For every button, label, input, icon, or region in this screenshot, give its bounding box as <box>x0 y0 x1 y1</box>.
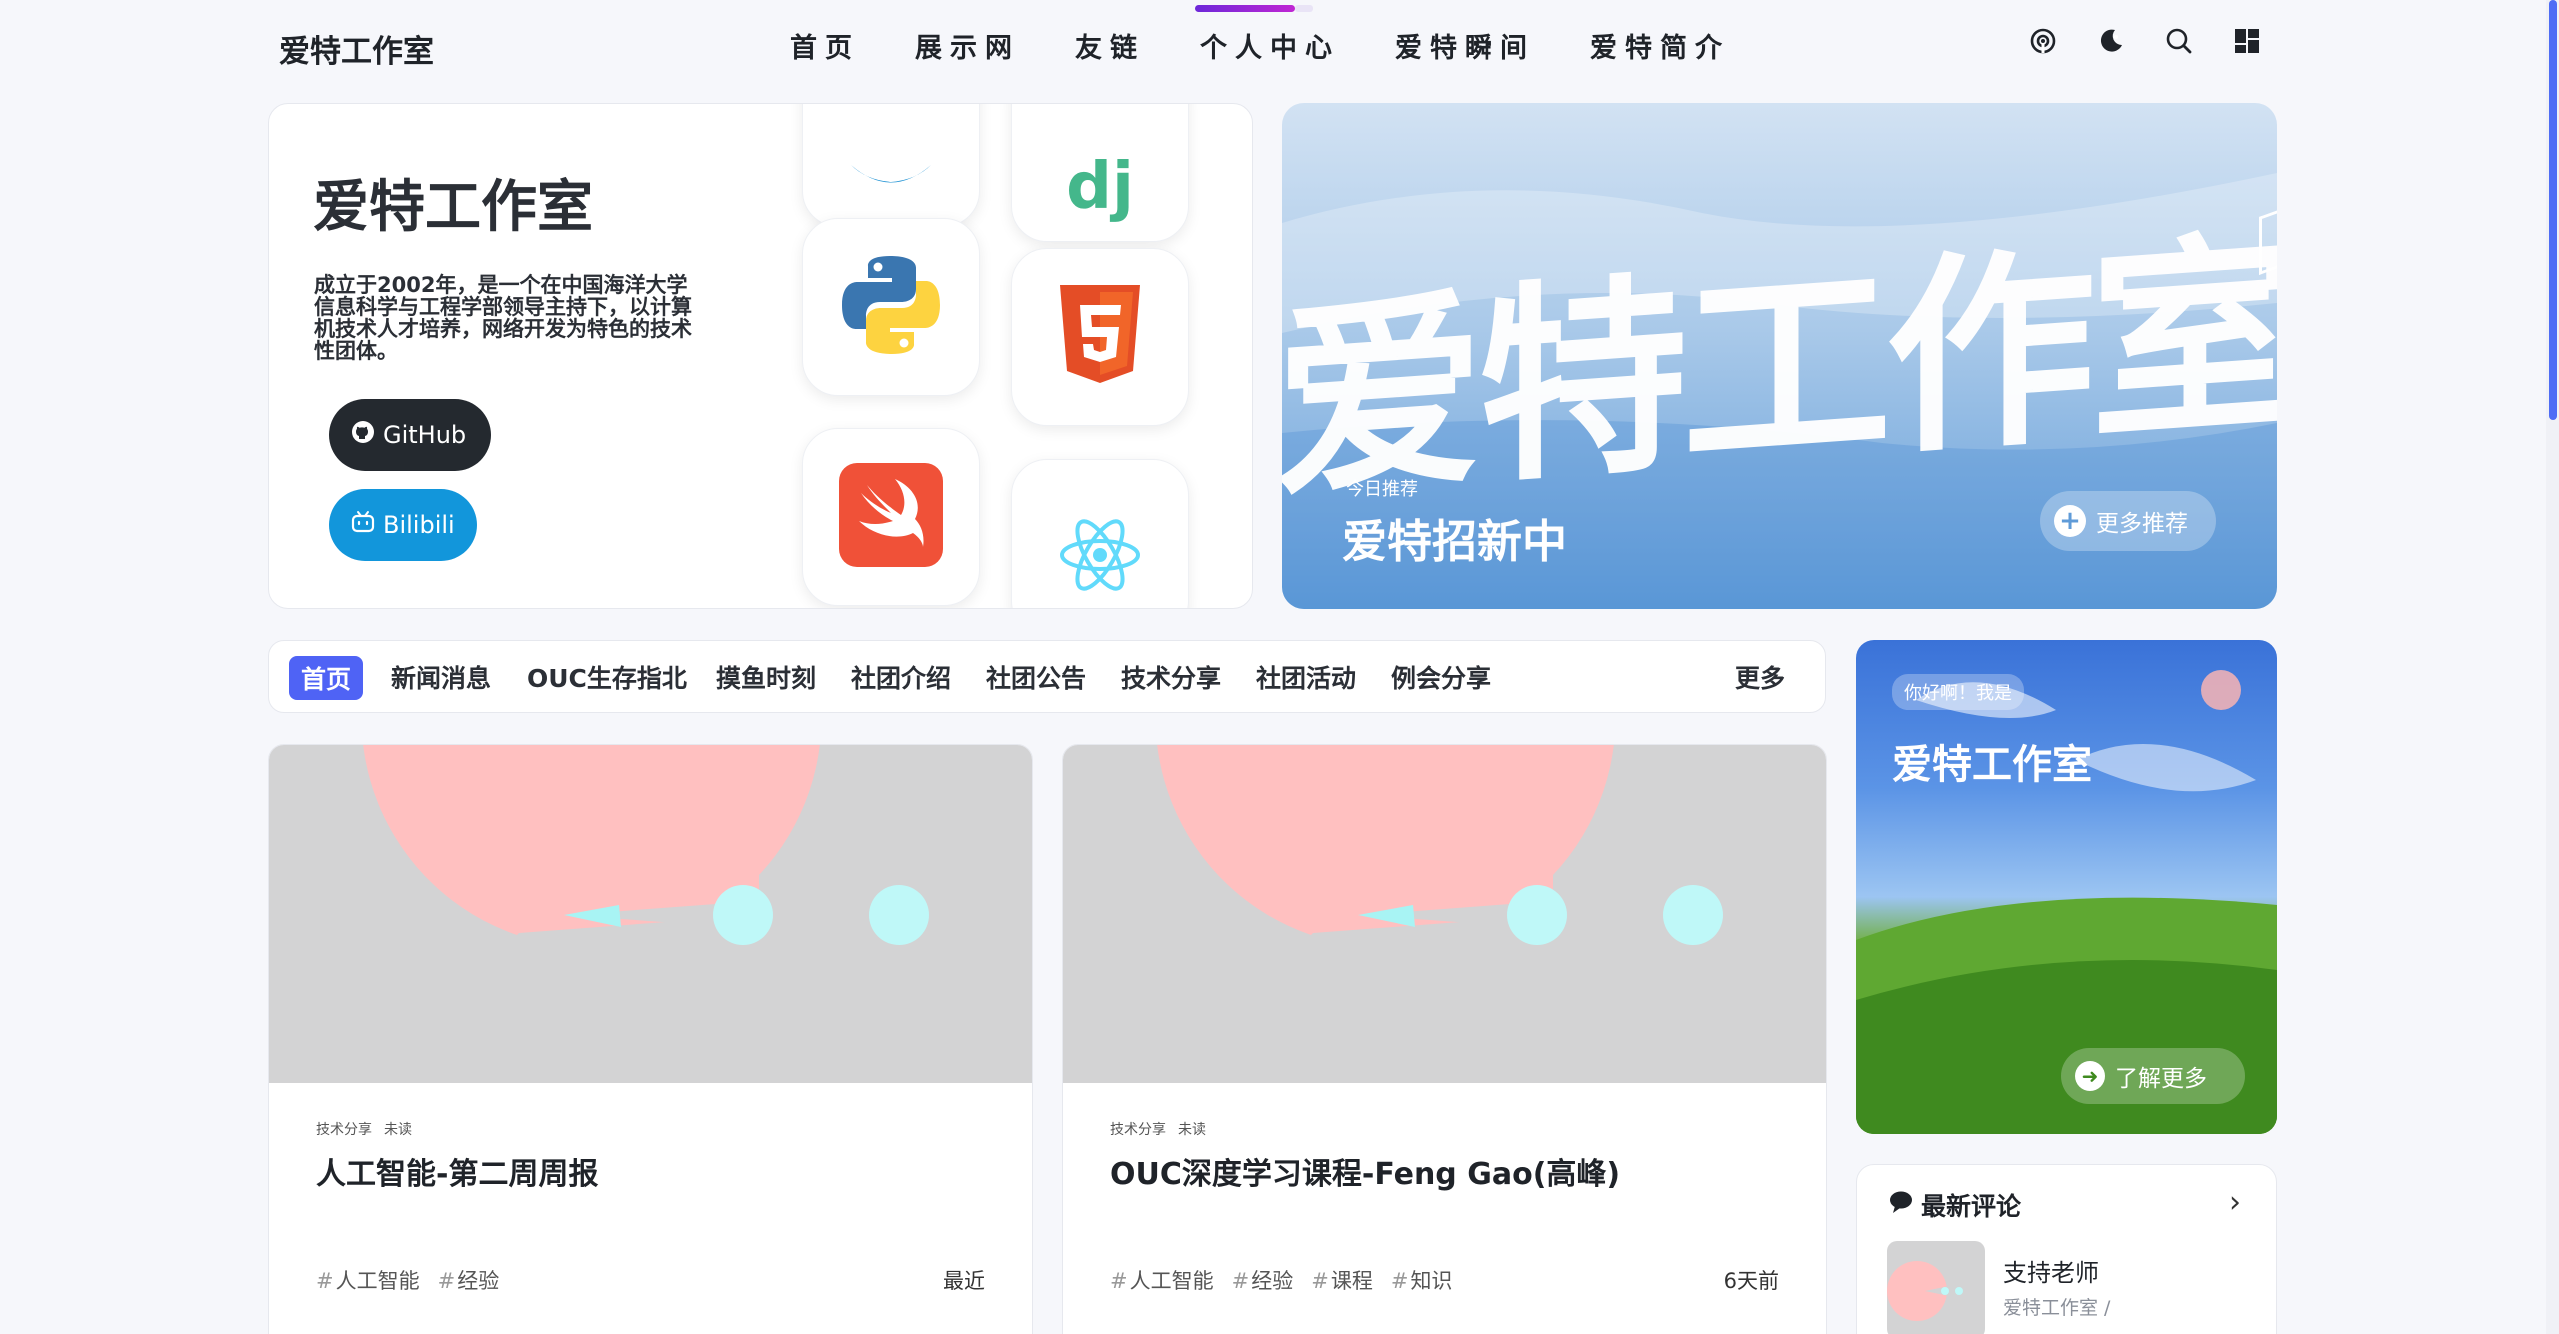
comment-author[interactable]: 支持老师 <box>2003 1253 2099 1288</box>
github-button[interactable]: GitHub <box>329 399 491 471</box>
tab-meeting-share[interactable]: 例会分享 <box>1391 659 1491 695</box>
tab-more[interactable]: 更多 <box>1735 659 1785 695</box>
tab-home[interactable]: 首页 <box>289 656 364 700</box>
top-header: 爱特工作室 首页 展示网 友链 个人中心 爱特瞬间 爱特简介 <box>0 0 2540 90</box>
featured-banner[interactable]: 爱特工作室 今日推荐 爱特招新中 + 更多推荐 <box>1282 103 2277 609</box>
grid-icon[interactable] <box>2232 26 2262 56</box>
intro-title: 爱特工作室 <box>313 175 593 240</box>
nav-about[interactable]: 爱特简介 <box>1590 26 1730 65</box>
swift-tile <box>802 428 980 606</box>
latest-comments-card: 最新评论 › 支持老师 爱特工作室 / <box>1856 1164 2277 1334</box>
bilibili-button[interactable]: Bilibili <box>329 489 477 561</box>
category-tabs: 首页 新闻消息 OUC生存指北 摸鱼时刻 社团介绍 社团公告 技术分享 社团活动… <box>268 640 1826 713</box>
swift-icon <box>839 463 943 571</box>
tab-ouc-guide[interactable]: OUC生存指北 <box>527 659 687 695</box>
main-nav: 首页 展示网 友链 个人中心 爱特瞬间 爱特简介 <box>790 5 1785 65</box>
docker-tile <box>802 104 980 227</box>
welcome-title: 爱特工作室 <box>1892 742 2092 788</box>
welcome-greeting: 你好啊！我是 <box>1892 674 2024 710</box>
post-cover-image[interactable] <box>1063 745 1826 1083</box>
post-category[interactable]: 技术分享 <box>1110 1119 1166 1139</box>
nav-profile[interactable]: 个人中心 <box>1195 5 1340 65</box>
post-read-status: 未读 <box>1178 1122 1206 1138</box>
learn-more-label: 了解更多 <box>2115 1066 2207 1092</box>
python-tile <box>802 218 980 396</box>
html5-tile <box>1011 248 1189 426</box>
post-cover-image[interactable] <box>269 745 1032 1083</box>
page-scrollbar-thumb[interactable] <box>2549 0 2557 420</box>
plus-icon: + <box>2054 505 2086 537</box>
django-tile: dj <box>1011 104 1189 242</box>
comment-source: 爱特工作室 / <box>2003 1297 2111 1319</box>
pacman-placeholder-image <box>1157 745 1723 945</box>
header-actions <box>2028 26 2262 56</box>
post-tag[interactable]: 经验 <box>438 1265 499 1295</box>
banner-title[interactable]: 爱特招新中 <box>1342 505 1567 570</box>
pacman-placeholder-image <box>363 745 929 945</box>
python-icon <box>836 250 946 364</box>
intro-card: 爱特工作室 成立于2002年，是一个在中国海洋大学信息科学与工程学部领导主持下，… <box>268 103 1253 609</box>
intro-description: 成立于2002年，是一个在中国海洋大学信息科学与工程学部领导主持下，以计算机技术… <box>314 273 692 363</box>
banner-subtitle: 今日推荐 <box>1346 479 1418 500</box>
site-brand[interactable]: 爱特工作室 <box>279 26 434 71</box>
bilibili-button-label: Bilibili <box>383 511 455 539</box>
post-title[interactable]: OUC深度学习课程-Feng Gao(高峰) <box>1110 1149 1620 1193</box>
pacman-placeholder-image <box>1887 1261 1963 1321</box>
rss-icon[interactable] <box>2028 26 2058 56</box>
tab-club-intro[interactable]: 社团介绍 <box>851 659 951 695</box>
post-tag[interactable]: 人工智能 <box>316 1265 420 1295</box>
post-tags: 人工智能 经验 <box>316 1265 500 1295</box>
tab-leisure[interactable]: 摸鱼时刻 <box>716 659 816 695</box>
post-title[interactable]: 人工智能-第二周周报 <box>316 1149 598 1193</box>
django-icon: dj <box>1066 150 1134 224</box>
post-time: 最近 <box>943 1269 985 1293</box>
tab-tech-share[interactable]: 技术分享 <box>1121 659 1221 695</box>
more-recommend-label: 更多推荐 <box>2096 511 2188 537</box>
html5-icon <box>1055 283 1145 391</box>
tab-announcements[interactable]: 社团公告 <box>986 659 1086 695</box>
avatar[interactable] <box>2201 670 2241 710</box>
tab-activities[interactable]: 社团活动 <box>1256 659 1356 695</box>
react-tile <box>1011 459 1189 608</box>
post-tag[interactable]: 知识 <box>1391 1265 1452 1295</box>
search-icon[interactable] <box>2164 26 2194 56</box>
post-read-status: 未读 <box>384 1122 412 1138</box>
chevron-right-icon[interactable]: › <box>2229 1185 2241 1220</box>
docker-icon <box>846 160 936 204</box>
post-card[interactable]: 技术分享 未读 人工智能-第二周周报 人工智能 经验 最近 <box>268 744 1033 1334</box>
tab-news[interactable]: 新闻消息 <box>391 659 491 695</box>
bilibili-icon <box>351 510 375 540</box>
latest-comments-title: 最新评论 <box>1921 1192 2022 1221</box>
latest-comments-header: 最新评论 <box>1889 1187 2021 1223</box>
nav-moments[interactable]: 爱特瞬间 <box>1395 26 1535 65</box>
comment-thumbnail[interactable] <box>1887 1241 1985 1334</box>
post-tag[interactable]: 人工智能 <box>1110 1265 1214 1295</box>
banner-frame-decoration <box>2259 208 2277 276</box>
github-button-label: GitHub <box>383 421 467 449</box>
nav-links[interactable]: 友链 <box>1075 26 1145 65</box>
comment-bubble-icon <box>1889 1190 1913 1220</box>
post-tag[interactable]: 课程 <box>1311 1265 1373 1295</box>
react-icon <box>1056 515 1144 599</box>
post-meta: 技术分享 未读 <box>1110 1119 1206 1139</box>
post-card[interactable]: 技术分享 未读 OUC深度学习课程-Feng Gao(高峰) 人工智能 经验 课… <box>1062 744 1827 1334</box>
post-tag[interactable]: 经验 <box>1232 1265 1293 1295</box>
more-recommend-button[interactable]: + 更多推荐 <box>2040 491 2216 551</box>
arrow-right-icon: ➜ <box>2075 1061 2105 1091</box>
moon-icon[interactable] <box>2096 26 2126 56</box>
learn-more-button[interactable]: ➜ 了解更多 <box>2061 1048 2245 1104</box>
nav-home[interactable]: 首页 <box>790 26 860 65</box>
post-meta: 技术分享 未读 <box>316 1119 412 1139</box>
nav-showcase[interactable]: 展示网 <box>915 26 1020 65</box>
post-category[interactable]: 技术分享 <box>316 1119 372 1139</box>
welcome-card: 你好啊！我是 爱特工作室 ➜ 了解更多 <box>1856 640 2277 1134</box>
post-time: 6天前 <box>1723 1269 1779 1293</box>
post-tags: 人工智能 经验 课程 知识 <box>1110 1265 1453 1295</box>
github-icon <box>351 420 375 450</box>
